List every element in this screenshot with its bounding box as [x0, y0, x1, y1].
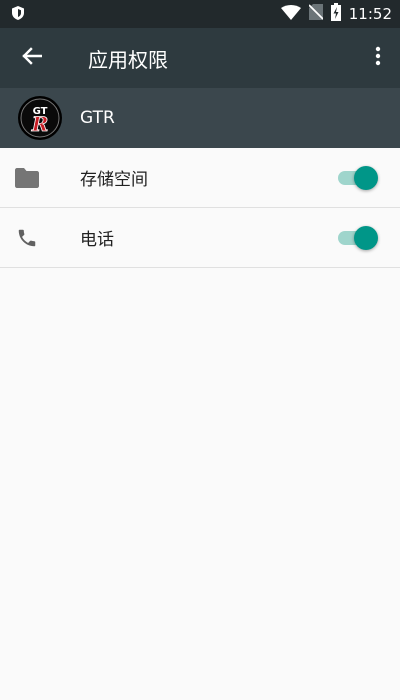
arrow-back-icon	[22, 47, 43, 69]
app-name: GTR	[80, 108, 115, 128]
permission-row-phone[interactable]: 电话	[0, 208, 400, 268]
permission-label-storage: 存储空间	[80, 170, 148, 190]
more-options-button[interactable]	[364, 44, 392, 72]
back-button[interactable]	[18, 44, 46, 72]
phone-toggle[interactable]	[338, 225, 378, 251]
no-sim-icon	[308, 4, 324, 24]
toggle-thumb	[354, 165, 378, 190]
app-info-header: GT R GTR	[0, 88, 400, 148]
page-title: 应用权限	[88, 47, 168, 72]
more-vert-icon	[375, 46, 381, 70]
status-time: 11:52	[348, 5, 392, 23]
app-bar: 应用权限	[0, 28, 400, 88]
phone-icon	[14, 225, 40, 251]
status-icons: 11:52	[280, 3, 392, 25]
battery-charging-icon	[330, 3, 341, 25]
permission-row-storage[interactable]: 存储空间	[0, 148, 400, 208]
folder-icon	[14, 165, 40, 191]
status-bar: 11:52	[0, 0, 400, 28]
permission-label-phone: 电话	[80, 230, 114, 250]
shield-icon	[12, 5, 24, 24]
storage-toggle[interactable]	[338, 165, 378, 191]
toggle-thumb	[354, 225, 378, 250]
svg-text:R: R	[31, 112, 49, 136]
app-logo: GT R	[18, 96, 62, 140]
wifi-icon	[280, 4, 301, 24]
